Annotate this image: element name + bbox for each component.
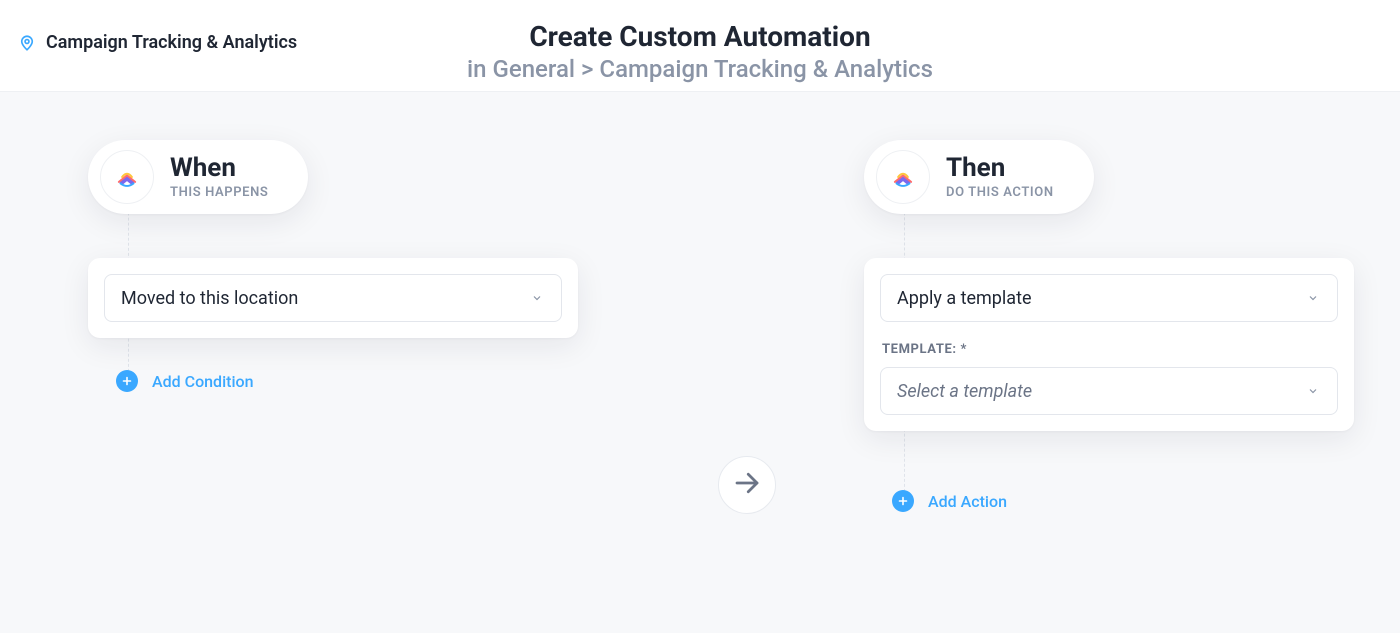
add-action-button[interactable]: Add Action <box>892 490 1007 512</box>
page-subtitle: in General > Campaign Tracking & Analyti… <box>350 55 1050 83</box>
template-field-label: TEMPLATE: * <box>882 342 1338 357</box>
page-header: Campaign Tracking & Analytics Create Cus… <box>0 0 1400 92</box>
breadcrumb[interactable]: Campaign Tracking & Analytics <box>18 32 297 53</box>
chevron-down-icon <box>529 290 545 306</box>
clickup-logo-icon <box>100 150 154 204</box>
chevron-down-icon <box>1305 383 1321 399</box>
location-pin-icon <box>18 34 36 52</box>
trigger-select[interactable]: Moved to this location <box>104 274 562 322</box>
then-subtitle: DO THIS ACTION <box>946 185 1054 200</box>
then-header-pill: Then DO THIS ACTION <box>864 140 1094 214</box>
page-title-block: Create Custom Automation in General > Ca… <box>350 22 1050 83</box>
clickup-logo-icon <box>876 150 930 204</box>
add-condition-button[interactable]: Add Condition <box>116 370 254 392</box>
when-trigger-card: Moved to this location <box>88 258 578 338</box>
flow-arrow <box>718 456 776 514</box>
when-header-pill: When THIS HAPPENS <box>88 140 308 214</box>
arrow-right-icon <box>732 468 762 502</box>
breadcrumb-label: Campaign Tracking & Analytics <box>46 32 297 53</box>
plus-circle-icon <box>892 490 914 512</box>
when-title: When <box>170 155 268 181</box>
action-select[interactable]: Apply a template <box>880 274 1338 322</box>
automation-canvas: When THIS HAPPENS Moved to this location… <box>0 92 1400 633</box>
add-action-label: Add Action <box>928 492 1007 511</box>
then-title: Then <box>946 155 1054 181</box>
template-select[interactable]: Select a template <box>880 367 1338 415</box>
then-action-card: Apply a template TEMPLATE: * Select a te… <box>864 258 1354 431</box>
when-subtitle: THIS HAPPENS <box>170 185 268 200</box>
plus-circle-icon <box>116 370 138 392</box>
trigger-select-value: Moved to this location <box>121 288 298 309</box>
chevron-down-icon <box>1305 290 1321 306</box>
page-title: Create Custom Automation <box>350 22 1050 53</box>
action-select-value: Apply a template <box>897 288 1032 309</box>
add-condition-label: Add Condition <box>152 372 254 391</box>
template-select-placeholder: Select a template <box>897 381 1032 402</box>
